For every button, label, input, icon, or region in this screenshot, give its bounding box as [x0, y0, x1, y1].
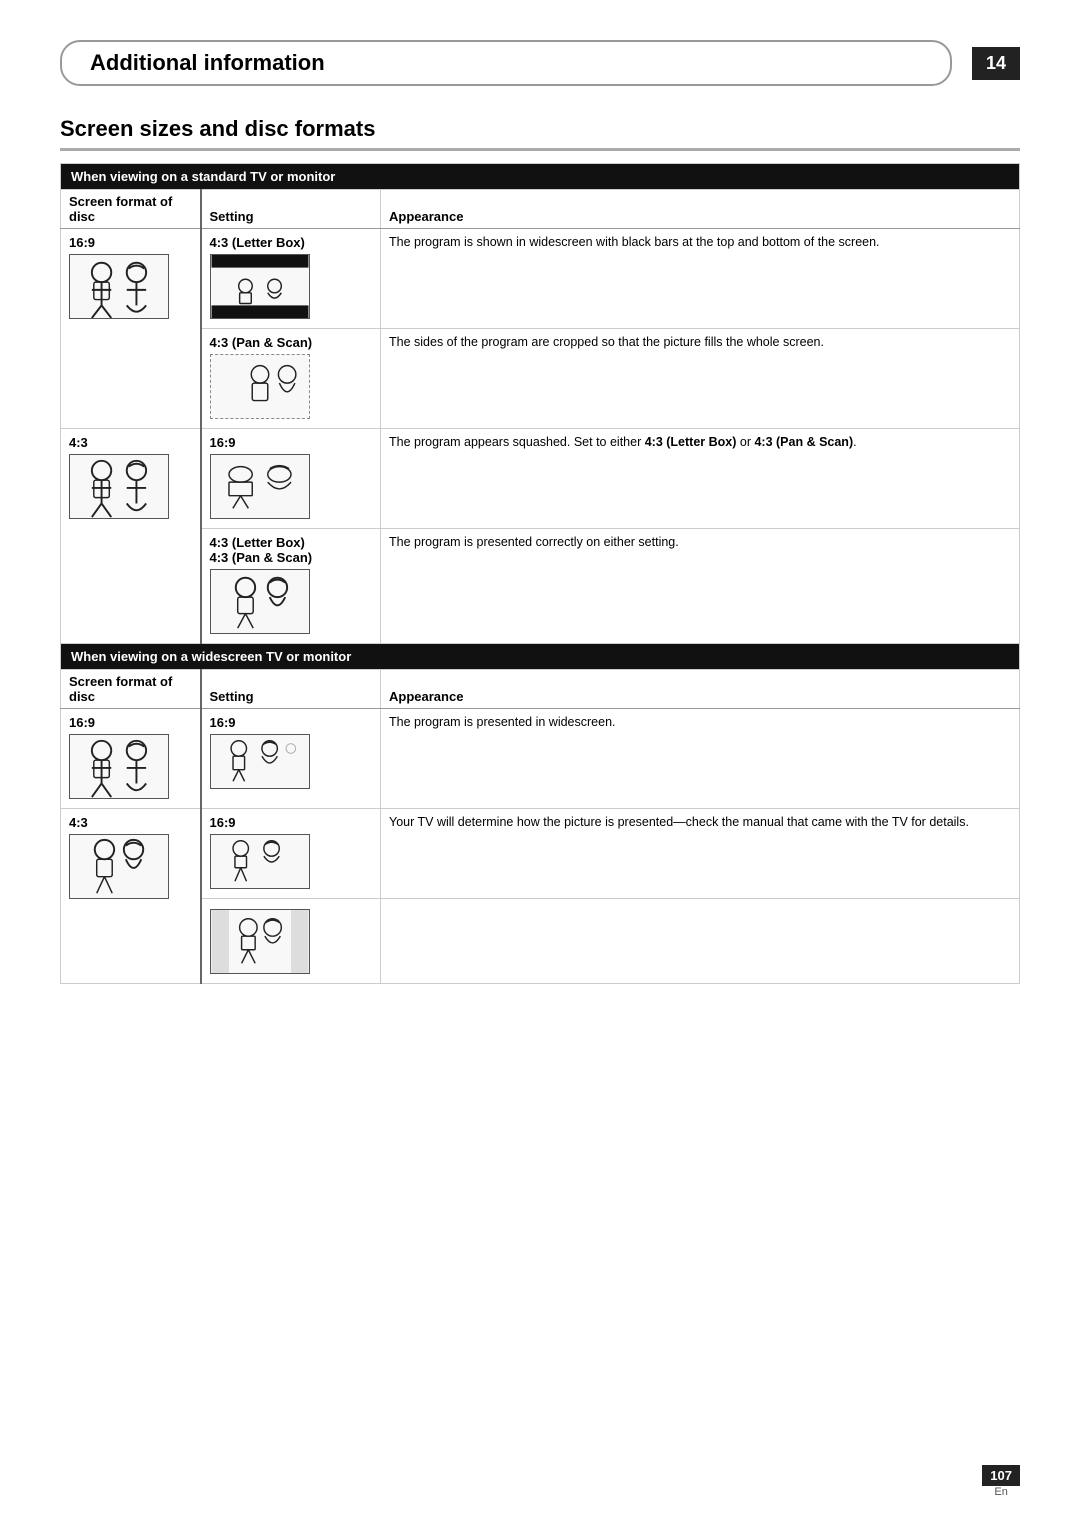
col-disc-label-2: Screen format of disc — [61, 670, 201, 709]
disc-format-label: 16:9 — [69, 235, 192, 250]
appearance-cell: The program is presented in widescreen. — [381, 709, 1020, 809]
setting-cell: 4:3 (Letter Box)4:3 (Pan & Scan) — [201, 529, 381, 644]
page-header: Additional information 14 — [60, 40, 1020, 86]
bold-text: 4:3 (Letter Box) — [645, 435, 737, 449]
widescreen-tv-header-row: When viewing on a widescreen TV or monit… — [61, 644, 1020, 670]
bold-text: 4:3 (Pan & Scan) — [754, 435, 853, 449]
appearance-text: The program is shown in widescreen with … — [389, 235, 880, 249]
standard-tv-header: When viewing on a standard TV or monitor — [61, 164, 1020, 190]
disc-image-4-3 — [69, 454, 169, 519]
table-row: 4:3 — [61, 429, 1020, 529]
setting-cell: 16:9 — [201, 429, 381, 529]
setting-label: 16:9 — [210, 435, 373, 450]
table-row: 4:3 16:9 — [61, 809, 1020, 899]
setting-label: 16:9 — [210, 815, 373, 830]
setting-image-letterbox — [210, 254, 310, 319]
col-header-row: Screen format of disc Setting Appearance — [61, 190, 1020, 229]
appearance-cell: The program is presented correctly on ei… — [381, 529, 1020, 644]
table-row: 16:9 — [61, 709, 1020, 809]
section-title: Screen sizes and disc formats — [60, 116, 1020, 151]
setting-image-squashed — [210, 454, 310, 519]
col-setting-label-2: Setting — [201, 670, 381, 709]
setting-label: 16:9 — [210, 715, 373, 730]
appearance-cell: The program is shown in widescreen with … — [381, 229, 1020, 329]
col-setting-label: Setting — [201, 190, 381, 229]
footer-page-number: 107 — [982, 1465, 1020, 1486]
disc-format-cell: 16:9 — [61, 709, 201, 809]
disc-image-wide-4-3 — [69, 834, 169, 899]
table-row — [61, 899, 1020, 984]
appearance-cell: The sides of the program are cropped so … — [381, 329, 1020, 429]
disc-format-label: 16:9 — [69, 715, 192, 730]
col-header-row-2: Screen format of disc Setting Appearance — [61, 670, 1020, 709]
chapter-number: 14 — [972, 47, 1020, 80]
table-row: 16:9 — [61, 229, 1020, 329]
col-appearance-label-2: Appearance — [381, 670, 1020, 709]
setting-label: 4:3 (Pan & Scan) — [210, 335, 373, 350]
setting-cell: 16:9 — [201, 709, 381, 809]
footer-language: En — [982, 1486, 1020, 1498]
disc-format-label: 4:3 — [69, 435, 192, 450]
disc-format-cell: 4:3 — [61, 809, 201, 984]
disc-format-cell: 4:3 — [61, 429, 201, 644]
setting-cell — [201, 899, 381, 984]
setting-image-wide2 — [210, 834, 310, 889]
col-appearance-label: Appearance — [381, 190, 1020, 229]
standard-tv-header-row: When viewing on a standard TV or monitor — [61, 164, 1020, 190]
setting-image-correct — [210, 569, 310, 634]
disc-image-wide-16-9 — [69, 734, 169, 799]
disc-format-cell: 16:9 — [61, 229, 201, 429]
appearance-text: The sides of the program are cropped so … — [389, 335, 824, 349]
widescreen-tv-header: When viewing on a widescreen TV or monit… — [61, 644, 1020, 670]
table-row: 4:3 (Letter Box)4:3 (Pan & Scan) The pro… — [61, 529, 1020, 644]
appearance-cell: The program appears squashed. Set to eit… — [381, 429, 1020, 529]
table-row: 4:3 (Pan & Scan) The sides of the progra… — [61, 329, 1020, 429]
appearance-cell: Your TV will determine how the picture i… — [381, 809, 1020, 899]
standard-tv-table: When viewing on a standard TV or monitor… — [60, 163, 1020, 984]
setting-cell: 16:9 — [201, 809, 381, 899]
page-footer: 107 En — [982, 1465, 1020, 1498]
setting-label: 4:3 (Letter Box)4:3 (Pan & Scan) — [210, 535, 373, 565]
setting-image-small2 — [210, 909, 310, 974]
setting-image-panscan — [210, 354, 310, 419]
disc-format-label: 4:3 — [69, 815, 192, 830]
setting-cell: 4:3 (Letter Box) — [201, 229, 381, 329]
setting-label: 4:3 (Letter Box) — [210, 235, 373, 250]
page-title: Additional information — [60, 40, 952, 86]
setting-cell: 4:3 (Pan & Scan) — [201, 329, 381, 429]
appearance-cell — [381, 899, 1020, 984]
setting-image-widescreen — [210, 734, 310, 789]
col-disc-label: Screen format of disc — [61, 190, 201, 229]
disc-image-16-9 — [69, 254, 169, 319]
